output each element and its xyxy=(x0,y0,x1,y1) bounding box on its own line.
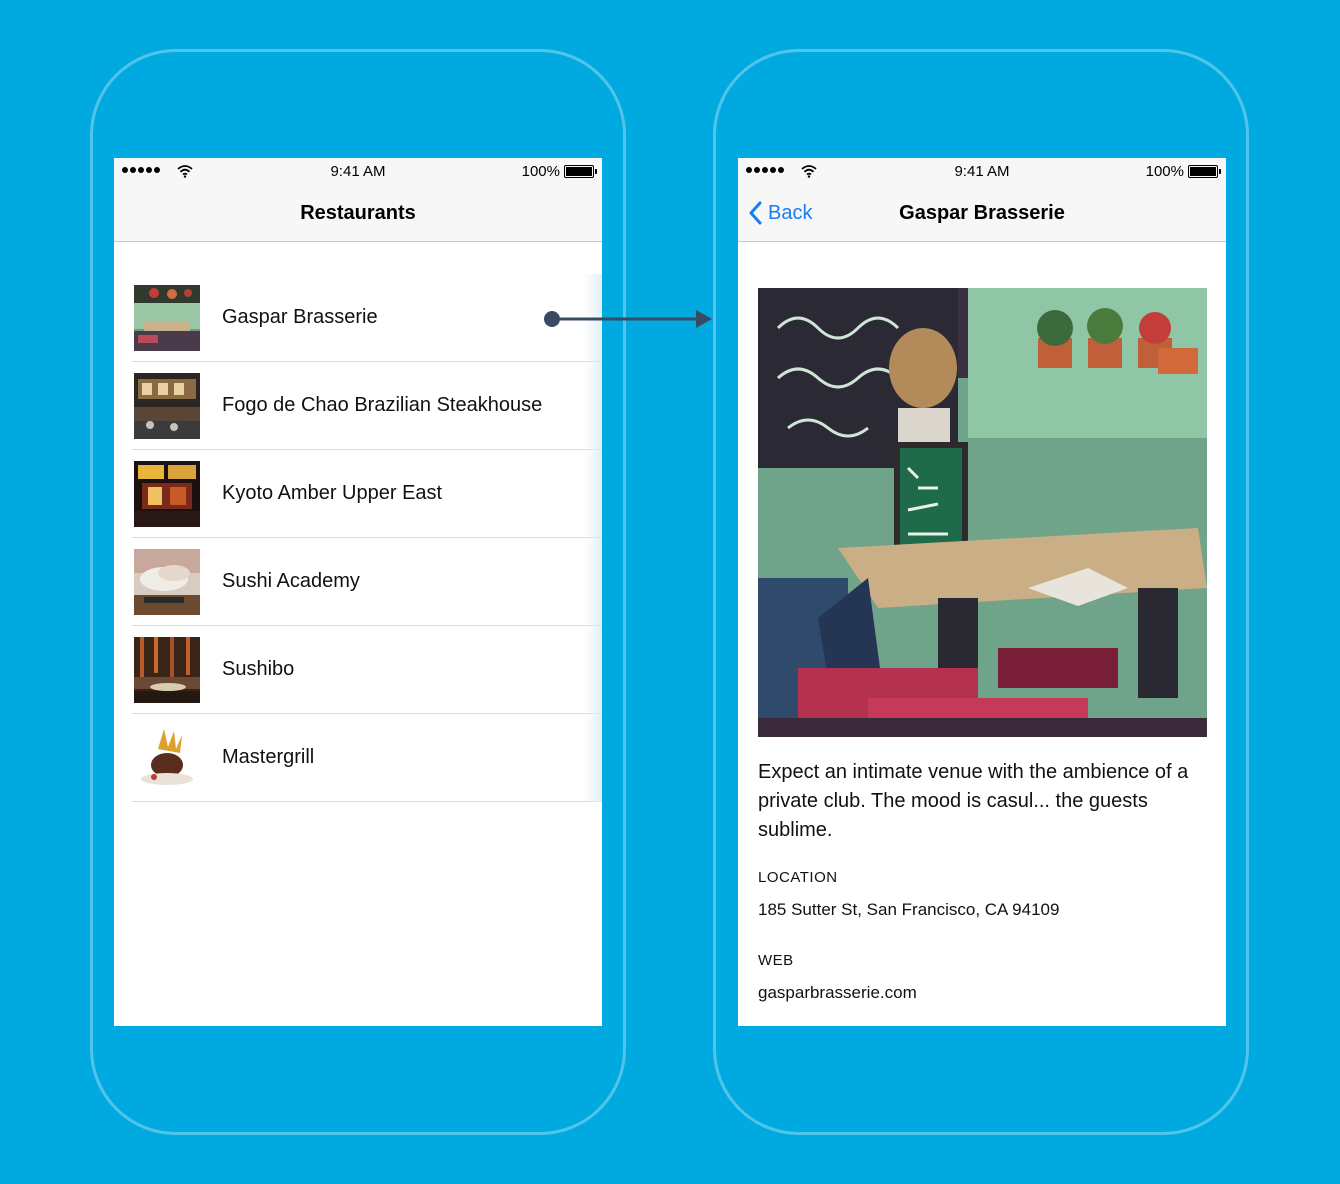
restaurant-name: Sushibo xyxy=(222,658,295,680)
restaurants-list-screen: 9:41 AM 100% Restaurants Gaspar Brasseri… xyxy=(114,158,602,1026)
restaurant-description: Expect an intimate venue with the ambien… xyxy=(758,761,1189,841)
restaurant-name: Kyoto Amber Upper East xyxy=(222,482,443,504)
battery-percentage: 100% xyxy=(1145,163,1184,180)
restaurant-name: Gaspar Brasserie xyxy=(222,306,378,328)
web-label: WEB xyxy=(758,952,794,969)
restaurant-name: Fogo de Chao Brazilian Steakhouse xyxy=(222,394,543,416)
list-item[interactable]: Mastergrill xyxy=(132,714,602,802)
location-label: LOCATION xyxy=(758,869,838,886)
restaurant-thumbnail xyxy=(134,372,200,439)
web-link[interactable]: gasparbrasserie.com xyxy=(758,983,917,1003)
page-title: Restaurants xyxy=(300,202,416,224)
restaurant-thumbnail xyxy=(134,284,200,351)
restaurant-thumbnail xyxy=(134,636,200,703)
battery-icon xyxy=(564,165,597,178)
battery-percentage: 100% xyxy=(521,163,560,180)
battery-icon xyxy=(1188,165,1221,178)
list-item[interactable]: Gaspar Brasserie xyxy=(132,274,602,362)
restaurant-detail-screen: 9:41 AM 100% Back Gaspar Brasserie Expec… xyxy=(738,158,1226,1026)
list-item[interactable]: Sushi Academy xyxy=(132,538,602,626)
list-item[interactable]: Fogo de Chao Brazilian Steakhouse xyxy=(132,362,602,450)
status-bar: 9:41 AM 100% xyxy=(738,158,1226,186)
navigation-bar: Back Gaspar Brasserie xyxy=(738,186,1226,242)
page-title: Gaspar Brasserie xyxy=(899,202,1065,224)
navigation-bar: Restaurants xyxy=(114,186,602,242)
restaurant-photo xyxy=(758,288,1207,737)
list-item[interactable]: Sushibo xyxy=(132,626,602,714)
location-value: 185 Sutter St, San Francisco, CA 94109 xyxy=(758,900,1060,919)
navigation-arrow xyxy=(544,310,712,328)
restaurant-thumbnail xyxy=(134,460,200,527)
restaurant-list: Gaspar Brasserie Fogo de Chao Brazilian … xyxy=(132,274,602,802)
status-bar: 9:41 AM 100% xyxy=(114,158,602,186)
restaurant-thumbnail xyxy=(134,724,200,791)
restaurant-name: Sushi Academy xyxy=(222,570,360,592)
list-item[interactable]: Kyoto Amber Upper East xyxy=(132,450,602,538)
restaurant-thumbnail xyxy=(134,548,200,615)
restaurant-name: Mastergrill xyxy=(222,746,315,768)
